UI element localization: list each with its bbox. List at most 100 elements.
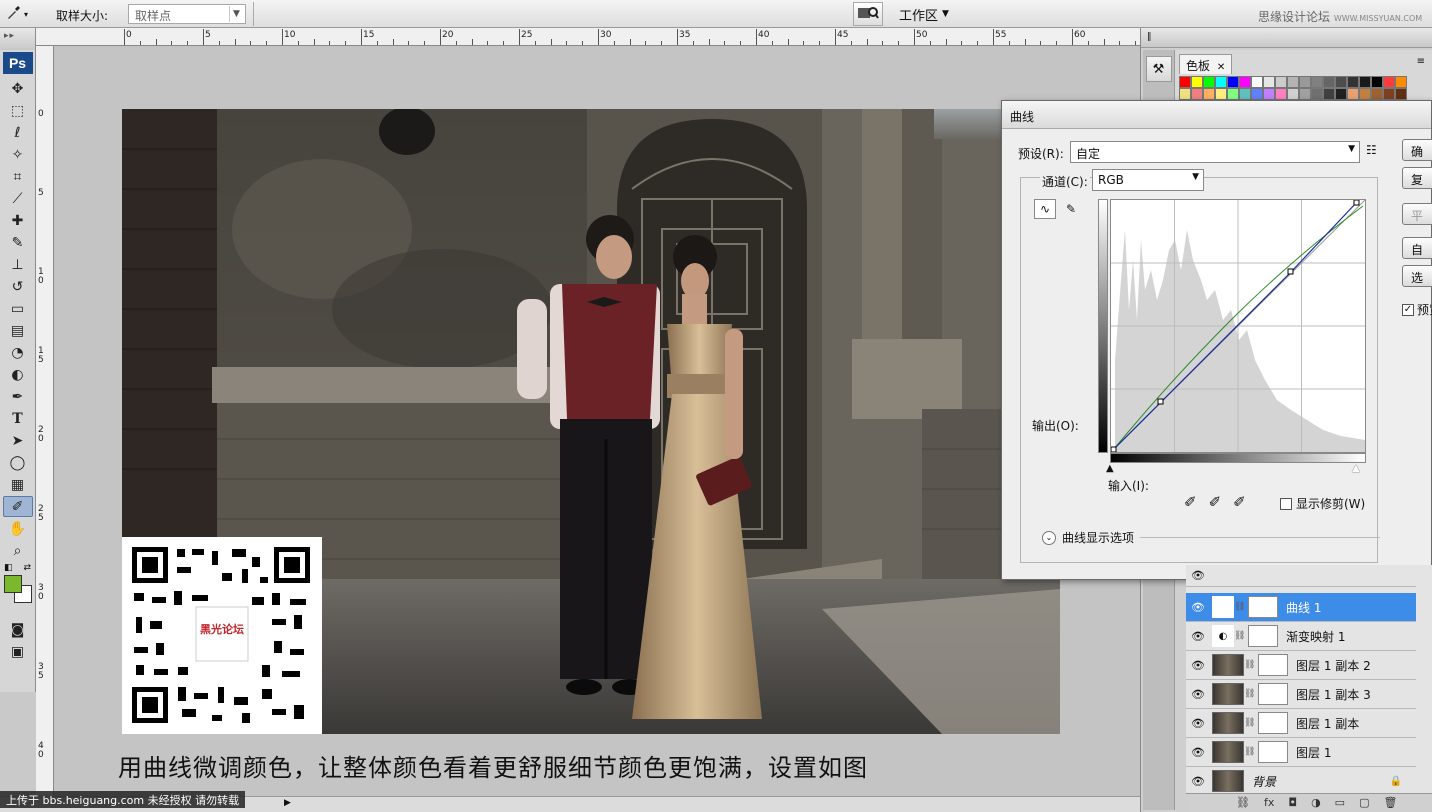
link-icon[interactable]: ⛓ bbox=[1244, 660, 1255, 670]
history-brush-tool-icon[interactable]: ↺ bbox=[3, 276, 33, 297]
link-icon[interactable]: ⛓ bbox=[1244, 747, 1255, 757]
eye-icon[interactable]: 👁 bbox=[1186, 775, 1210, 788]
document-photo[interactable]: 36 bbox=[122, 109, 1060, 734]
swap-colors-icon[interactable]: ⇄ bbox=[23, 563, 31, 573]
tab-swatches[interactable]: 色板 ✕ bbox=[1179, 54, 1233, 74]
layer-style-icon[interactable]: fx bbox=[1264, 796, 1274, 810]
curve-graph[interactable] bbox=[1110, 199, 1366, 453]
checkbox[interactable] bbox=[1280, 497, 1292, 510]
auto-button[interactable]: 自动 bbox=[1402, 237, 1432, 259]
eye-icon[interactable]: 👁 bbox=[1186, 569, 1210, 582]
preset-select[interactable]: 自定 ▼ bbox=[1070, 141, 1360, 163]
color-swatch[interactable] bbox=[1383, 88, 1395, 100]
color-swatch[interactable] bbox=[1239, 76, 1251, 88]
options-button[interactable]: 选项... bbox=[1402, 265, 1432, 287]
link-layers-icon[interactable]: ⛓ bbox=[1236, 796, 1250, 810]
preset-options-icon[interactable]: ☷ bbox=[1366, 143, 1377, 157]
color-swatch[interactable] bbox=[1263, 76, 1275, 88]
color-swatch[interactable] bbox=[1227, 76, 1239, 88]
color-swatch[interactable] bbox=[1299, 88, 1311, 100]
clone-stamp-tool-icon[interactable]: ⊥ bbox=[3, 254, 33, 275]
color-swatch[interactable] bbox=[1323, 76, 1335, 88]
eye-icon[interactable]: 👁 bbox=[1186, 746, 1210, 759]
color-swatch[interactable] bbox=[1191, 76, 1203, 88]
layer-row[interactable]: 👁 ⛓ 图层 1 副本 bbox=[1186, 709, 1416, 738]
layer-row[interactable]: 👁 ⛓ 图层 1 副本 2 bbox=[1186, 651, 1416, 680]
crop-tool-icon[interactable]: ⌗ bbox=[3, 166, 33, 187]
link-icon[interactable]: ⛓ bbox=[1244, 689, 1255, 699]
checkbox[interactable]: ✓ bbox=[1402, 303, 1414, 316]
dock-header[interactable]: ‖ bbox=[1141, 28, 1432, 48]
color-swatch[interactable] bbox=[1179, 76, 1191, 88]
color-swatch[interactable] bbox=[1215, 88, 1227, 100]
reset-button[interactable]: 复位 bbox=[1402, 167, 1432, 189]
default-colors-icon[interactable]: ◧ bbox=[4, 563, 13, 573]
curve-point-tool-icon[interactable]: ∿ bbox=[1034, 199, 1056, 219]
blur-tool-icon[interactable]: ◔ bbox=[3, 342, 33, 363]
ok-button[interactable]: 确定 bbox=[1402, 139, 1432, 161]
color-swatch[interactable] bbox=[1335, 76, 1347, 88]
pen-tool-icon[interactable]: ✒ bbox=[3, 386, 33, 407]
color-swatch[interactable] bbox=[1275, 88, 1287, 100]
tool-preset-picker[interactable]: ▾ bbox=[6, 4, 40, 24]
color-swatch[interactable] bbox=[1395, 88, 1407, 100]
notes-tool-icon[interactable]: ▦ bbox=[3, 474, 33, 495]
layer-row[interactable]: 👁 ◐ ⛓ 曲线 1 bbox=[1186, 593, 1416, 622]
zoom-tool-icon[interactable]: ⌕ bbox=[3, 540, 33, 561]
eye-icon[interactable]: 👁 bbox=[1186, 659, 1210, 672]
color-swatch[interactable] bbox=[1383, 76, 1395, 88]
color-swatch[interactable] bbox=[1359, 76, 1371, 88]
new-layer-icon[interactable]: ▢ bbox=[1359, 796, 1369, 810]
hand-tool-icon[interactable]: ✋ bbox=[3, 518, 33, 539]
color-swatch[interactable] bbox=[1287, 76, 1299, 88]
curve-point[interactable] bbox=[1287, 268, 1294, 275]
color-swatch[interactable] bbox=[1335, 88, 1347, 100]
group-icon[interactable]: ▭ bbox=[1335, 796, 1345, 810]
foreground-color[interactable] bbox=[4, 575, 22, 593]
adjustment-layer-icon[interactable]: ◑ bbox=[1311, 796, 1321, 810]
color-swatch[interactable] bbox=[1263, 88, 1275, 100]
color-swatch[interactable] bbox=[1287, 88, 1299, 100]
slice-tool-icon[interactable]: ⟋ bbox=[3, 188, 33, 209]
layer-mask-thumbnail[interactable] bbox=[1258, 654, 1288, 676]
layer-row[interactable]: 👁 背景 🔒 bbox=[1186, 767, 1416, 796]
color-swatch[interactable] bbox=[1359, 88, 1371, 100]
layer-mask-thumbnail[interactable] bbox=[1258, 683, 1288, 705]
gradient-tool-icon[interactable]: ▤ bbox=[3, 320, 33, 341]
workspace-menu[interactable]: 工作区 ▼ bbox=[890, 3, 958, 25]
layer-row-partial[interactable]: 👁 bbox=[1186, 565, 1416, 587]
color-swatch[interactable] bbox=[1371, 88, 1383, 100]
path-selection-tool-icon[interactable]: ➤ bbox=[3, 430, 33, 451]
color-swatch[interactable] bbox=[1323, 88, 1335, 100]
type-tool-icon[interactable]: T bbox=[3, 408, 33, 429]
eye-icon[interactable]: 👁 bbox=[1186, 717, 1210, 730]
magic-wand-tool-icon[interactable]: ✧ bbox=[3, 144, 33, 165]
color-swatch[interactable] bbox=[1347, 88, 1359, 100]
color-swatch[interactable] bbox=[1203, 88, 1215, 100]
layer-mask-thumbnail[interactable] bbox=[1258, 741, 1288, 763]
trash-icon[interactable]: 🗑 bbox=[1383, 796, 1397, 810]
curve-point[interactable] bbox=[1157, 398, 1164, 405]
layer-row[interactable]: 👁 ⛓ 图层 1 bbox=[1186, 738, 1416, 767]
marquee-tool-icon[interactable]: ⬚ bbox=[3, 100, 33, 121]
preview-checkbox[interactable]: ✓ 预览 bbox=[1402, 301, 1432, 318]
eye-icon[interactable]: 👁 bbox=[1186, 688, 1210, 701]
color-swatch[interactable] bbox=[1251, 88, 1263, 100]
toolbox-grip[interactable]: ▸▸ bbox=[0, 28, 35, 50]
eye-icon[interactable]: 👁 bbox=[1186, 601, 1210, 614]
color-swatch[interactable] bbox=[1215, 76, 1227, 88]
curve-point[interactable] bbox=[1110, 446, 1117, 453]
color-swatch[interactable] bbox=[1371, 76, 1383, 88]
color-swatch[interactable] bbox=[1311, 88, 1323, 100]
color-swatch[interactable] bbox=[1299, 76, 1311, 88]
color-swatch[interactable] bbox=[1251, 76, 1263, 88]
link-icon[interactable]: ⛓ bbox=[1234, 631, 1245, 641]
curve-display-options[interactable]: ⌄ 曲线显示选项 bbox=[1042, 529, 1381, 546]
panel-menu-icon[interactable]: ≡ bbox=[1417, 56, 1425, 67]
black-eyedropper-icon[interactable]: ✐ bbox=[1184, 493, 1197, 511]
move-tool-icon[interactable]: ✥ bbox=[3, 78, 33, 99]
black-point-slider-icon[interactable]: ▲ bbox=[1106, 463, 1114, 474]
color-swatch[interactable] bbox=[1347, 76, 1359, 88]
sample-size-select[interactable]: 取样点 ▼ bbox=[128, 4, 246, 24]
dodge-tool-icon[interactable]: ◐ bbox=[3, 364, 33, 385]
